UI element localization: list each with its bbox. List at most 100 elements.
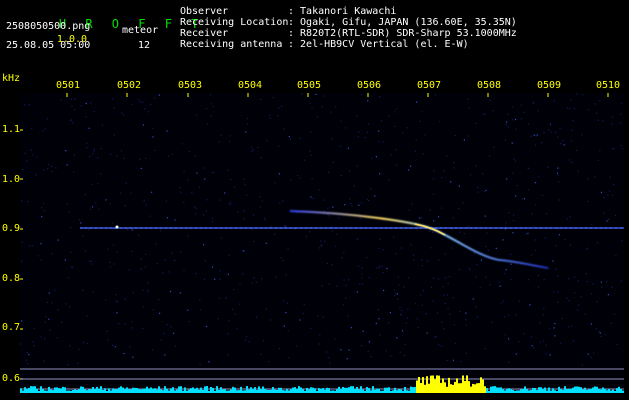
noise-speck	[620, 113, 622, 115]
noise-speck	[195, 273, 197, 275]
noise-speck	[444, 302, 446, 305]
signal-level-bar	[450, 384, 452, 393]
noise-speck	[260, 156, 262, 159]
signal-level-bar	[126, 387, 128, 393]
noise-speck	[199, 364, 201, 366]
signal-level-bar	[568, 388, 570, 393]
noise-speck	[432, 231, 434, 233]
noise-speck	[301, 93, 303, 95]
noise-speck	[69, 345, 71, 347]
noise-speck	[31, 127, 33, 129]
noise-speck	[82, 289, 84, 291]
signal-level-bar	[54, 387, 56, 393]
noise-speck	[49, 329, 51, 331]
noise-speck	[356, 239, 358, 241]
noise-speck	[342, 304, 345, 306]
noise-speck	[131, 250, 133, 253]
noise-speck	[545, 213, 548, 215]
noise-speck	[80, 222, 82, 224]
noise-speck	[611, 286, 613, 288]
noise-speck	[447, 308, 449, 310]
noise-speck	[26, 352, 29, 354]
noise-speck	[100, 148, 102, 150]
noise-speck	[323, 210, 325, 212]
noise-speck	[449, 313, 451, 315]
noise-speck	[199, 186, 201, 188]
noise-speck	[70, 119, 73, 121]
signal-level-bar	[584, 387, 586, 393]
noise-speck	[269, 117, 271, 119]
noise-speck	[188, 151, 191, 153]
noise-speck	[454, 342, 456, 344]
signal-level-bar	[226, 390, 228, 393]
noise-speck	[568, 300, 570, 302]
signal-level-bar	[488, 390, 490, 393]
noise-speck	[118, 322, 120, 325]
noise-speck	[599, 149, 601, 152]
noise-speck	[267, 361, 270, 363]
signal-level-bar	[460, 383, 462, 393]
signal-level-bar	[68, 390, 70, 393]
noise-speck	[317, 315, 319, 317]
noise-speck	[612, 116, 614, 118]
noise-speck	[395, 164, 398, 166]
noise-speck	[518, 300, 521, 302]
signal-level-bar	[586, 389, 588, 393]
noise-speck	[239, 303, 241, 305]
noise-speck	[535, 144, 537, 146]
info-location-value: : Ogaki, Gifu, JAPAN (136.60E, 35.35N)	[288, 17, 517, 28]
signal-level-bar	[604, 388, 606, 393]
noise-speck	[420, 294, 422, 296]
noise-speck	[564, 239, 566, 241]
noise-speck	[97, 183, 99, 185]
signal-level-bar	[306, 387, 308, 393]
noise-speck	[577, 309, 579, 311]
noise-speck	[113, 107, 115, 109]
noise-speck	[278, 107, 280, 109]
signal-level-bar	[466, 375, 468, 393]
carrier-spike	[115, 225, 119, 229]
noise-speck	[408, 277, 410, 279]
noise-speck	[596, 242, 599, 244]
noise-speck	[116, 155, 118, 157]
noise-speck	[218, 297, 221, 299]
noise-speck	[508, 338, 510, 340]
signal-level-bar	[464, 381, 466, 393]
noise-speck	[44, 128, 46, 130]
noise-speck	[123, 157, 125, 159]
noise-speck	[621, 147, 623, 150]
noise-speck	[506, 178, 508, 180]
noise-speck	[40, 243, 42, 245]
noise-speck	[211, 171, 213, 174]
noise-speck	[89, 155, 91, 157]
noise-speck	[36, 156, 38, 158]
noise-speck	[367, 131, 369, 134]
signal-level-bar	[194, 388, 196, 393]
noise-speck	[535, 135, 537, 137]
noise-speck	[536, 134, 538, 136]
noise-speck	[397, 276, 399, 278]
noise-speck	[527, 189, 529, 191]
signal-level-bar	[398, 389, 400, 393]
signal-level-bar	[116, 388, 118, 393]
signal-level-bar	[348, 387, 350, 393]
noise-speck	[393, 236, 395, 238]
noise-speck	[523, 111, 525, 113]
noise-speck	[393, 289, 395, 291]
noise-speck	[580, 296, 582, 298]
noise-speck	[187, 179, 189, 181]
noise-speck	[244, 184, 246, 186]
noise-speck	[304, 159, 306, 161]
noise-speck	[543, 132, 545, 134]
noise-speck	[443, 294, 445, 296]
noise-speck	[447, 282, 449, 285]
signal-level-bar	[592, 387, 594, 393]
noise-speck	[209, 94, 212, 96]
noise-speck	[243, 218, 245, 220]
noise-speck	[359, 218, 361, 220]
signal-level-bar	[300, 387, 302, 393]
noise-speck	[173, 332, 175, 334]
noise-speck	[179, 251, 182, 253]
signal-level-bar	[364, 390, 366, 393]
signal-level-bar	[388, 387, 390, 393]
